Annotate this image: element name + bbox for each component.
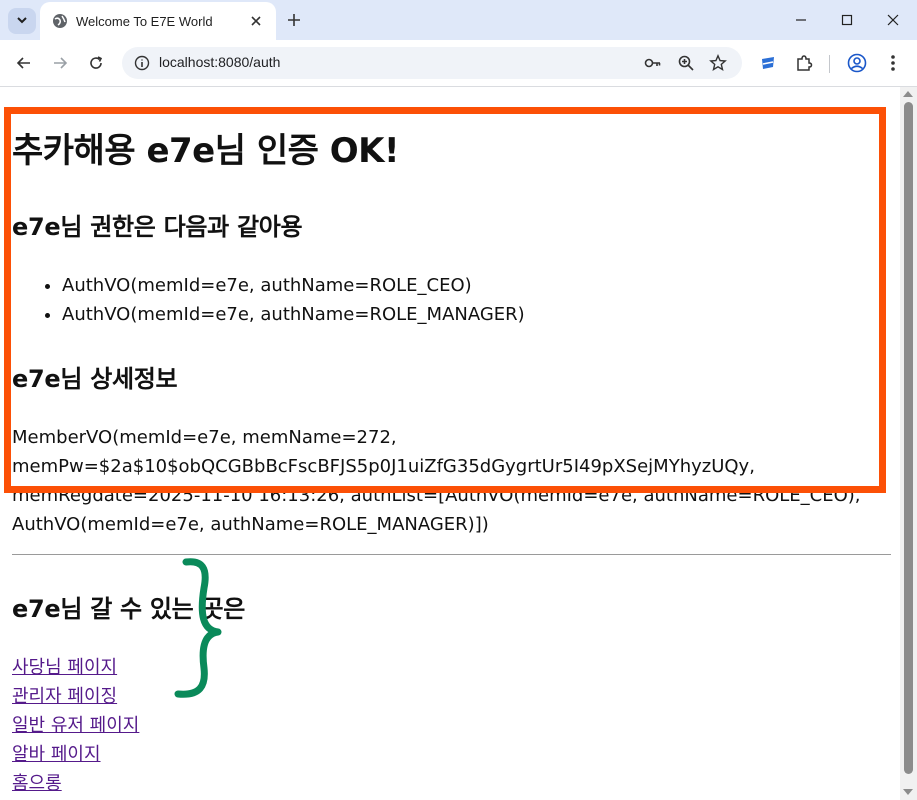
member-detail-text: MemberVO(memId=e7e, memName=272, memPw=$… xyxy=(12,423,892,539)
tab-strip: Welcome To E7E World xyxy=(0,0,917,40)
maximize-icon[interactable] xyxy=(827,6,867,34)
list-item: AuthVO(memId=e7e, authName=ROLE_MANAGER) xyxy=(62,300,525,329)
browser-tab[interactable]: Welcome To E7E World xyxy=(40,2,276,40)
authority-list: AuthVO(memId=e7e, authName=ROLE_CEO) Aut… xyxy=(0,271,525,329)
star-icon[interactable] xyxy=(707,52,729,74)
url-text[interactable]: localhost:8080/auth xyxy=(159,54,280,70)
puzzle-icon[interactable] xyxy=(791,50,817,76)
info-icon[interactable] xyxy=(132,53,152,73)
detail-line: memRegdate=2025-11-10 16:13:26, authList… xyxy=(12,485,861,506)
close-window-icon[interactable] xyxy=(873,6,913,34)
scroll-down-icon[interactable] xyxy=(903,789,913,795)
home-link[interactable]: 홈으롱 xyxy=(12,769,139,798)
browser-toolbar: localhost:8080/auth xyxy=(0,40,917,87)
divider xyxy=(12,554,891,555)
toolbar-divider xyxy=(829,55,830,73)
address-bar[interactable]: localhost:8080/auth xyxy=(122,47,742,79)
detail-line: AuthVO(memId=e7e, authName=ROLE_MANAGER)… xyxy=(12,514,489,535)
globe-icon xyxy=(52,13,68,29)
key-icon[interactable] xyxy=(642,52,664,74)
kebab-menu-icon[interactable] xyxy=(880,50,906,76)
profile-icon[interactable] xyxy=(844,50,870,76)
scroll-up-icon[interactable] xyxy=(903,91,913,97)
tab-title: Welcome To E7E World xyxy=(76,13,213,29)
back-arrow-icon[interactable] xyxy=(11,50,37,76)
close-icon[interactable] xyxy=(246,11,266,31)
tab-search-button[interactable] xyxy=(8,8,36,34)
forward-arrow-icon[interactable] xyxy=(47,50,73,76)
detail-line: MemberVO(memId=e7e, memName=272, xyxy=(12,427,397,448)
zoom-icon[interactable] xyxy=(675,52,697,74)
ceo-page-link[interactable]: 사당님 페이지 xyxy=(12,653,139,682)
reload-icon[interactable] xyxy=(83,50,109,76)
chevron-down-icon xyxy=(16,14,28,29)
extension-app-icon[interactable] xyxy=(755,50,781,76)
plus-icon[interactable] xyxy=(283,9,305,31)
manager-page-link[interactable]: 관리자 페이징 xyxy=(12,682,139,711)
detail-line: memPw=$2a$10$obQCGBbBcFscBFJS5p0J1uiZfG3… xyxy=(12,456,755,477)
parttime-page-link[interactable]: 알바 페이지 xyxy=(12,740,139,769)
list-item: AuthVO(memId=e7e, authName=ROLE_CEO) xyxy=(62,271,525,300)
authority-heading: e7e님 권한은 다음과 같아용 xyxy=(12,213,303,241)
page-links: 사당님 페이지 관리자 페이징 일반 유저 페이지 알바 페이지 홈으롱 xyxy=(12,653,139,798)
page-title: 추카해용 e7e님 인증 OK! xyxy=(12,131,400,171)
places-heading: e7e님 갈 수 있는 곳은 xyxy=(12,595,246,623)
user-page-link[interactable]: 일반 유저 페이지 xyxy=(12,711,139,740)
minimize-icon[interactable] xyxy=(781,6,821,34)
scrollbar-thumb[interactable] xyxy=(904,102,913,774)
detail-heading: e7e님 상세정보 xyxy=(12,365,178,393)
page-content: 추카해용 e7e님 인증 OK! e7e님 권한은 다음과 같아용 AuthVO… xyxy=(0,87,900,800)
